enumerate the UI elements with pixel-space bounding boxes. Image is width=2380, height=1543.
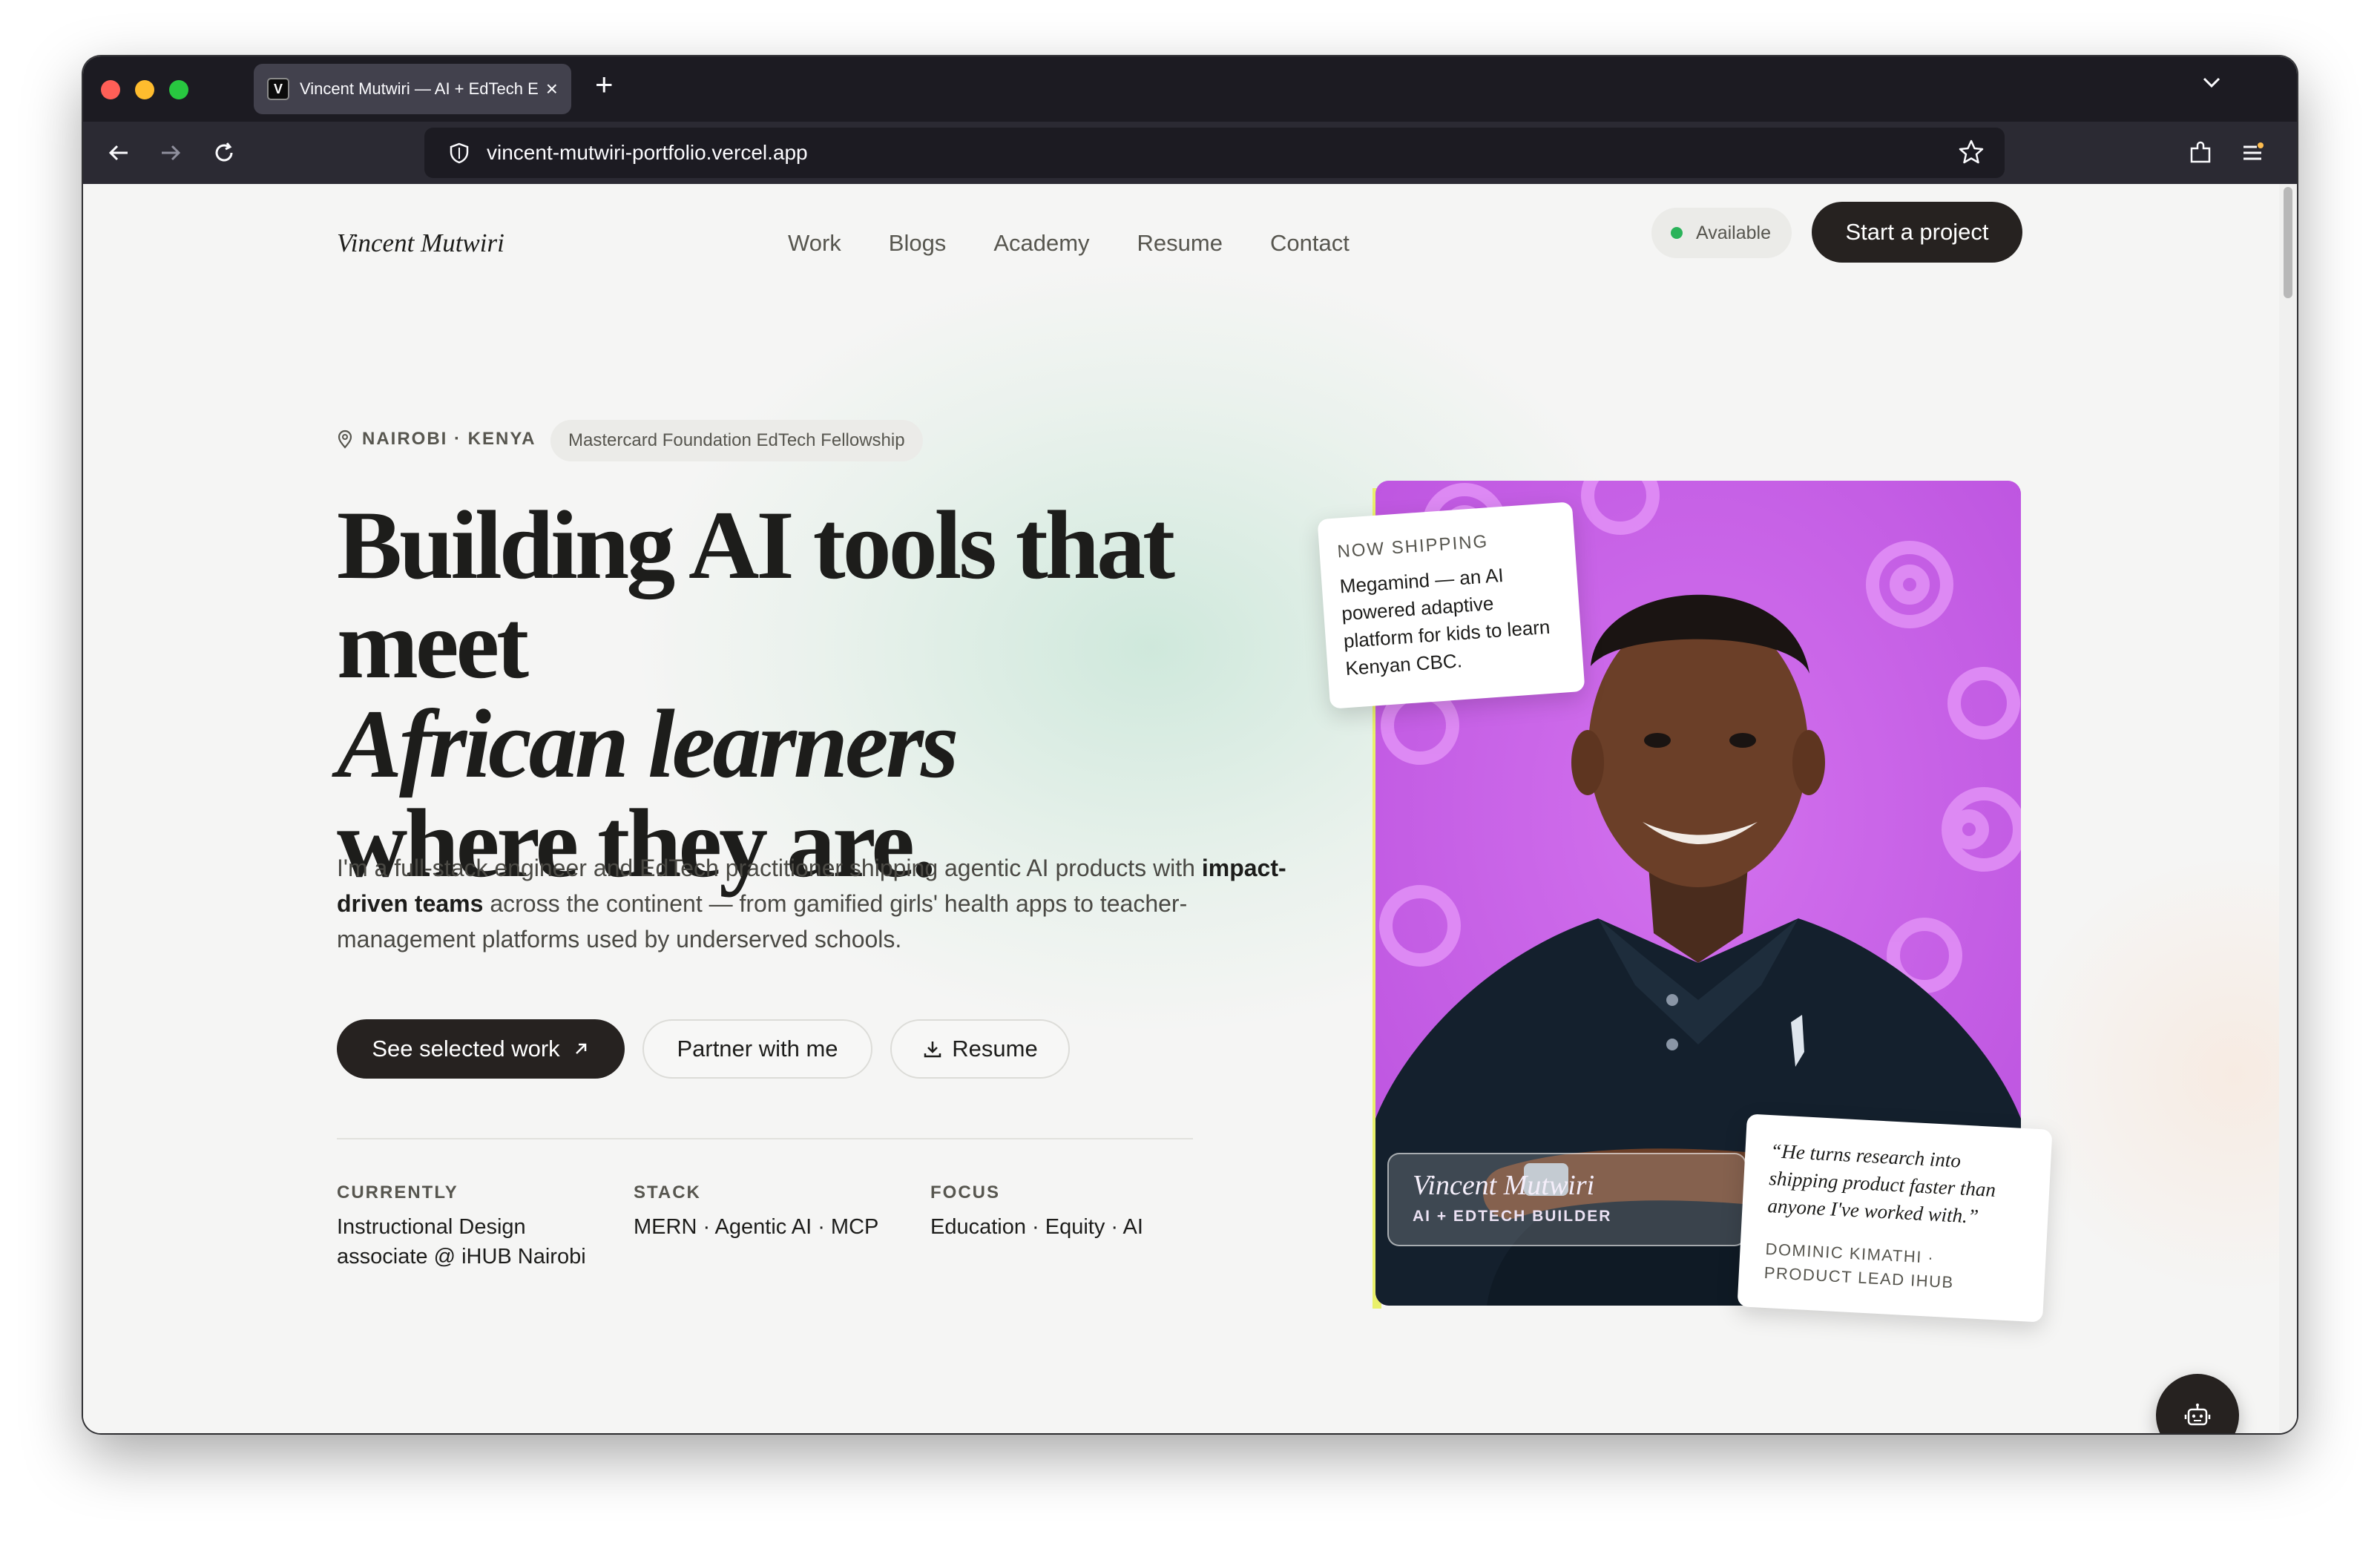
location-text: NAIROBI · KENYA xyxy=(362,429,536,449)
extensions-button[interactable] xyxy=(2187,134,2214,177)
meta-value: Education · Equity · AI xyxy=(930,1215,1143,1239)
tab-bar: V Vincent Mutwiri — AI + EdTech E × + xyxy=(83,56,2297,122)
browser-window: V Vincent Mutwiri — AI + EdTech E × + vi… xyxy=(83,56,2297,1433)
start-project-button[interactable]: Start a project xyxy=(1812,202,2022,263)
reload-button[interactable] xyxy=(211,134,237,177)
back-button[interactable] xyxy=(105,134,132,177)
availability-label: Available xyxy=(1696,222,1772,243)
testimonial-quote: “He turns research into shipping product… xyxy=(1766,1139,1996,1228)
navigation-toolbar: vincent-mutwiri-portfolio.vercel.app xyxy=(83,122,2297,184)
hero-bio: I'm a full-stack engineer and EdTech pra… xyxy=(337,850,1316,957)
headline-line-1: Building AI tools that meet xyxy=(337,490,1175,699)
meta-focus: FOCUS Education · Equity · AI xyxy=(930,1182,1212,1242)
main-nav: Work Blogs Academy Resume Contact xyxy=(788,223,1350,264)
portrait-role: AI + EDTECH BUILDER xyxy=(1413,1208,1612,1225)
map-pin-icon xyxy=(338,430,352,449)
meta-label: CURRENTLY xyxy=(337,1182,458,1203)
nav-link-work[interactable]: Work xyxy=(788,223,841,264)
availability-badge: Available xyxy=(1651,208,1792,258)
chevron-down-icon xyxy=(2203,77,2220,88)
site-logo[interactable]: Vincent Mutwiri xyxy=(337,228,504,258)
see-selected-work-button[interactable]: See selected work xyxy=(337,1019,625,1079)
app-menu-button[interactable] xyxy=(2239,134,2266,177)
shipping-label: NOW SHIPPING xyxy=(1336,531,1490,562)
meta-label: STACK xyxy=(634,1182,701,1203)
forward-button[interactable] xyxy=(157,134,184,177)
meta-currently: CURRENTLY Instructional Design associate… xyxy=(337,1182,604,1271)
close-window-button[interactable] xyxy=(101,80,120,99)
nav-link-contact[interactable]: Contact xyxy=(1270,223,1350,264)
chat-assistant-button[interactable] xyxy=(2156,1374,2239,1433)
extensions-puzzle-icon xyxy=(2190,141,2211,163)
reload-icon xyxy=(215,142,233,162)
web-page: Vincent Mutwiri Work Blogs Academy Resum… xyxy=(83,184,2279,1433)
meta-stack: STACK MERN · Agentic AI · MCP xyxy=(634,1182,915,1242)
nav-link-academy[interactable]: Academy xyxy=(993,223,1089,264)
tab-title: Vincent Mutwiri — AI + EdTech E xyxy=(300,79,539,98)
forward-arrow-icon xyxy=(162,145,181,161)
site-favicon-icon: V xyxy=(267,78,289,100)
bookmark-star-icon[interactable] xyxy=(1957,138,1985,166)
testimonial-author: DOMINIC KIMATHI · PRODUCT LEAD IHUB xyxy=(1763,1239,1955,1292)
headline-line-2: African learners xyxy=(337,689,959,798)
section-divider xyxy=(337,1138,1193,1139)
meta-value: Instructional Design associate @ iHUB Na… xyxy=(337,1215,586,1269)
resume-label: Resume xyxy=(952,1036,1038,1062)
partner-with-me-button[interactable]: Partner with me xyxy=(642,1019,872,1079)
new-tab-button[interactable]: + xyxy=(595,67,614,102)
portrait-name-card: Vincent Mutwiri AI + EDTECH BUILDER xyxy=(1387,1153,1746,1246)
arrow-up-right-icon xyxy=(575,1043,586,1054)
fellowship-badge: Mastercard Foundation EdTech Fellowship xyxy=(550,420,923,461)
testimonial-card: “He turns research into shipping product… xyxy=(1737,1113,2053,1323)
scrollbar-thumb[interactable] xyxy=(2284,187,2292,298)
url-bar[interactable]: vincent-mutwiri-portfolio.vercel.app xyxy=(424,128,2005,178)
shipping-text: Megamind — an AI powered adaptive platfo… xyxy=(1338,564,1551,680)
meta-value: MERN · Agentic AI · MCP xyxy=(634,1215,879,1239)
shield-icon xyxy=(450,142,469,164)
download-icon xyxy=(924,1042,941,1058)
now-shipping-card: NOW SHIPPING Megamind — an AI powered ad… xyxy=(1317,501,1585,709)
vertical-scrollbar[interactable] xyxy=(2279,184,2297,1433)
see-work-label: See selected work xyxy=(372,1036,560,1062)
hero-headline: Building AI tools that meet African lear… xyxy=(337,496,1301,893)
hamburger-menu-icon xyxy=(2243,142,2264,160)
back-arrow-icon xyxy=(108,145,128,161)
nav-link-blogs[interactable]: Blogs xyxy=(889,223,947,264)
robot-icon xyxy=(2184,1404,2211,1426)
resume-download-button[interactable]: Resume xyxy=(890,1019,1070,1079)
background-glow-secondary xyxy=(2012,852,2279,1297)
nav-link-resume[interactable]: Resume xyxy=(1137,223,1223,264)
bio-text-1: I'm a full-stack engineer and EdTech pra… xyxy=(337,855,1195,881)
portrait-name: Vincent Mutwiri xyxy=(1413,1170,1595,1201)
maximize-window-button[interactable] xyxy=(169,80,188,99)
meta-label: FOCUS xyxy=(930,1182,1000,1203)
tab-close-icon[interactable]: × xyxy=(546,77,558,101)
minimize-window-button[interactable] xyxy=(135,80,154,99)
status-dot-icon xyxy=(1671,227,1683,239)
list-all-tabs-button[interactable] xyxy=(2200,71,2223,99)
location-label: NAIROBI · KENYA xyxy=(337,429,536,450)
browser-tab-active[interactable]: V Vincent Mutwiri — AI + EdTech E × xyxy=(254,64,571,114)
url-text: vincent-mutwiri-portfolio.vercel.app xyxy=(487,141,808,164)
